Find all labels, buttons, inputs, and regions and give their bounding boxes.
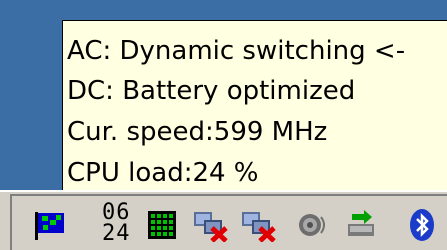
tooltip-cpu-load: CPU load:24 % (67, 158, 259, 188)
tooltip-dc-mode: DC: Battery optimized (67, 76, 356, 106)
calendar-date-icon[interactable]: 06 24 (102, 202, 142, 246)
network-disconnected-icon[interactable] (192, 208, 232, 242)
safely-remove-hardware-icon[interactable] (344, 208, 382, 242)
flag-icon[interactable] (32, 208, 66, 242)
taskbar-highlight (0, 190, 447, 192)
system-tray: 06 24 (0, 190, 447, 250)
cpu-meter-icon[interactable] (145, 208, 179, 242)
bluetooth-icon[interactable] (407, 208, 437, 242)
tooltip-ac-mode: AC: Dynamic switching <- (67, 36, 406, 66)
network-disconnected-icon[interactable] (240, 208, 280, 242)
date-month: 06 (102, 200, 131, 225)
cpu-speed-tooltip: AC: Dynamic switching <- DC: Battery opt… (62, 20, 447, 195)
notification-area: 06 24 (10, 194, 447, 250)
volume-icon[interactable] (296, 208, 330, 242)
tooltip-current-speed: Cur. speed:599 MHz (67, 117, 328, 147)
date-day: 24 (102, 221, 131, 246)
